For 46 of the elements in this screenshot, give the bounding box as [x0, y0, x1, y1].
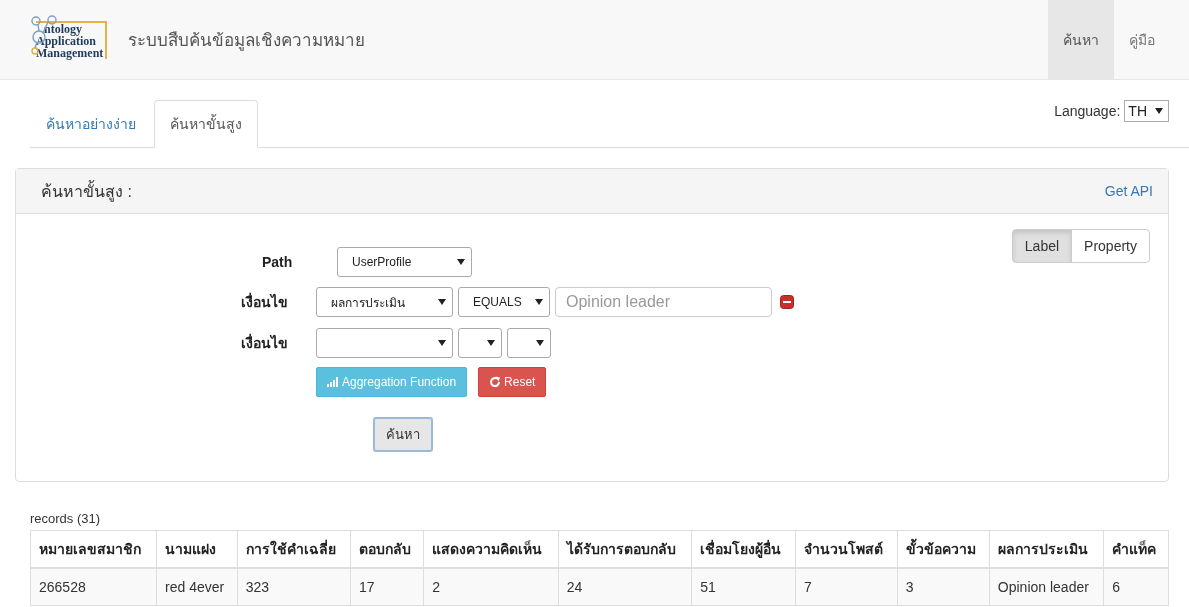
language-select[interactable]: TH: [1124, 100, 1169, 122]
caret-icon: [1155, 108, 1163, 114]
reset-button[interactable]: Reset: [478, 367, 547, 397]
nav-item[interactable]: ค้นหา: [1048, 0, 1114, 79]
value-field[interactable]: Opinion leader: [555, 287, 772, 317]
field-select[interactable]: [316, 328, 453, 358]
nav-item[interactable]: คู่มือ: [1114, 0, 1170, 79]
remove-icon[interactable]: [780, 295, 794, 309]
table-cell: 266528: [30, 568, 157, 606]
operator-select[interactable]: [458, 328, 502, 358]
language-label: Language:: [1054, 103, 1121, 119]
table-cell: 6: [1103, 568, 1169, 606]
table-cell: red 4ever: [156, 568, 238, 606]
condition-label: เงื่อนไข: [241, 291, 289, 312]
table-cell: 2: [423, 568, 559, 606]
table-cell: 323: [237, 568, 351, 606]
path-select[interactable]: UserProfile: [337, 247, 472, 277]
table-cell: 51: [691, 568, 796, 606]
site-title: ระบบสืบค้นข้อมูลเชิงความหมาย: [128, 30, 365, 53]
tab[interactable]: ค้นหาขั้นสูง: [154, 100, 258, 148]
caret-icon: [457, 259, 465, 265]
refresh-icon: [489, 376, 502, 388]
caret-icon: [536, 340, 544, 346]
table-cell: 3: [897, 568, 990, 606]
bar-chart-icon: [327, 377, 339, 387]
get-api-link[interactable]: Get API: [1104, 183, 1153, 199]
tab[interactable]: ค้นหาอย่างง่าย: [30, 100, 152, 148]
table-cell: Opinion leader: [989, 568, 1104, 606]
caret-icon: [535, 299, 543, 305]
records-count: records (31): [30, 511, 102, 526]
search-button[interactable]: ค้นหา: [373, 417, 433, 452]
operator-select[interactable]: EQUALS: [458, 287, 550, 317]
logo: ntology Application Management: [30, 14, 120, 65]
table-cell: 24: [558, 568, 692, 606]
value-select[interactable]: [507, 328, 551, 358]
condition-label: เงื่อนไข: [241, 332, 289, 353]
caret-icon: [438, 299, 446, 305]
caret-icon: [487, 340, 495, 346]
table-cell: 7: [795, 568, 898, 606]
field-select[interactable]: ผลการประเมิน: [316, 287, 453, 317]
panel-title: ค้นหาขั้นสูง :: [41, 179, 132, 204]
view-toggle-button[interactable]: Property: [1071, 229, 1150, 263]
view-toggle-button[interactable]: Label: [1011, 229, 1073, 263]
caret-icon: [438, 340, 446, 346]
path-label: Path: [261, 254, 294, 270]
table-cell: 17: [350, 568, 424, 606]
